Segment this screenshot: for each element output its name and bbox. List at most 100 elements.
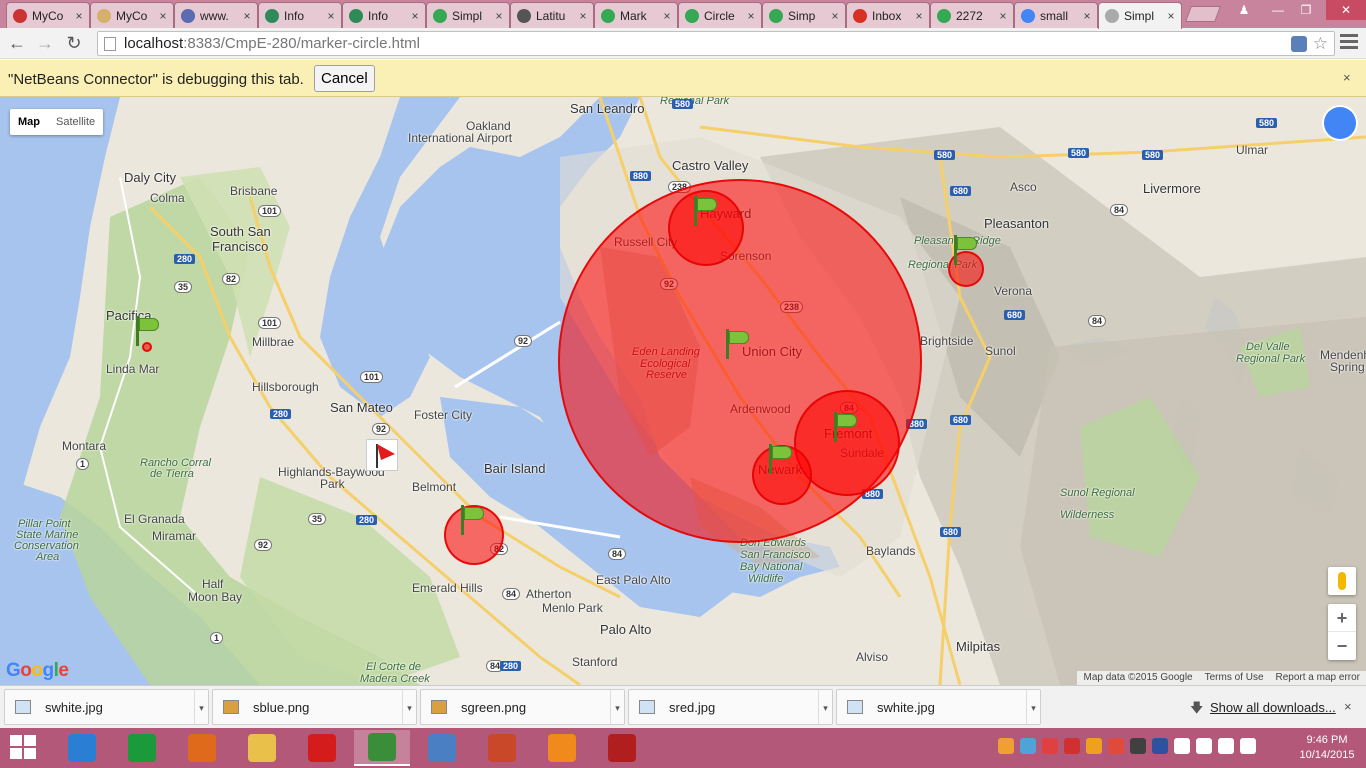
chrome-menu-button[interactable] <box>1340 34 1358 52</box>
google-map[interactable]: San Leandro Oakland International Airport C… <box>0 97 1366 685</box>
browser-tab[interactable]: Simp × <box>762 2 846 28</box>
tab-close-icon[interactable]: × <box>744 9 758 23</box>
browser-tab[interactable]: MyCo × <box>6 2 90 28</box>
tab-close-icon[interactable]: × <box>1080 9 1094 23</box>
tab-close-icon[interactable]: × <box>576 9 590 23</box>
tab-close-icon[interactable]: × <box>1164 9 1178 23</box>
browser-tab[interactable]: Info × <box>258 2 342 28</box>
tab-label: small <box>1040 8 1069 23</box>
browser-tab[interactable]: Info × <box>342 2 426 28</box>
map-type-map-button[interactable]: Map <box>10 109 48 135</box>
minimize-button[interactable]: — <box>1264 0 1292 20</box>
tray-icon[interactable] <box>1064 738 1080 754</box>
download-item[interactable]: swhite.jpg ▾ <box>836 689 1041 725</box>
back-button[interactable]: ← <box>6 32 28 54</box>
forward-button[interactable]: → <box>34 32 56 54</box>
tray-icon[interactable] <box>1020 738 1036 754</box>
download-item[interactable]: sblue.png ▾ <box>212 689 417 725</box>
tray-icon[interactable] <box>1042 738 1058 754</box>
new-tab-button[interactable] <box>1185 6 1221 22</box>
zoom-out-button[interactable]: − <box>1328 632 1356 660</box>
map-place-label: Sunol Regional <box>1060 487 1135 499</box>
taskbar-app[interactable] <box>114 730 170 766</box>
tab-close-icon[interactable]: × <box>408 9 422 23</box>
profile-icon[interactable]: ♟ <box>1230 0 1258 20</box>
taskbar-app[interactable] <box>594 730 650 766</box>
download-menu-arrow-icon[interactable]: ▾ <box>610 690 624 724</box>
show-all-downloads-link[interactable]: Show all downloads... <box>1210 700 1336 715</box>
flag-marker-icon[interactable] <box>723 329 749 359</box>
windows-start-button[interactable] <box>10 735 38 761</box>
bookmark-star-icon[interactable]: ☆ <box>1313 34 1328 54</box>
taskbar-app[interactable] <box>174 730 230 766</box>
browser-tab[interactable]: Latitu × <box>510 2 594 28</box>
flag-marker-icon[interactable] <box>691 196 717 226</box>
browser-tab[interactable]: 2272 × <box>930 2 1014 28</box>
taskbar-app[interactable] <box>414 730 470 766</box>
tray-icon[interactable] <box>1086 738 1102 754</box>
taskbar-app[interactable] <box>54 730 110 766</box>
tray-icon[interactable] <box>1152 738 1168 754</box>
tray-icon[interactable] <box>1240 738 1256 754</box>
browser-tab[interactable]: Inbox × <box>846 2 930 28</box>
download-menu-arrow-icon[interactable]: ▾ <box>194 690 208 724</box>
tab-close-icon[interactable]: × <box>324 9 338 23</box>
red-flag-marker-icon[interactable] <box>366 439 398 471</box>
tab-close-icon[interactable]: × <box>660 9 674 23</box>
download-item[interactable]: swhite.jpg ▾ <box>4 689 209 725</box>
flag-marker-icon[interactable] <box>951 235 977 265</box>
flag-marker-icon[interactable] <box>766 444 792 474</box>
zoom-in-button[interactable]: + <box>1328 604 1356 632</box>
browser-tab[interactable]: MyCo × <box>90 2 174 28</box>
tab-close-icon[interactable]: × <box>156 9 170 23</box>
download-item[interactable]: sred.jpg ▾ <box>628 689 833 725</box>
tray-icon[interactable] <box>1196 738 1212 754</box>
tab-close-icon[interactable]: × <box>492 9 506 23</box>
street-view-pegman-icon[interactable] <box>1328 567 1356 595</box>
tray-icon[interactable] <box>1130 738 1146 754</box>
tray-icon[interactable] <box>1218 738 1234 754</box>
browser-tab[interactable]: Circle × <box>678 2 762 28</box>
tab-label: Simpl <box>452 8 483 23</box>
taskbar-app[interactable] <box>234 730 290 766</box>
taskbar-app[interactable] <box>534 730 590 766</box>
download-menu-arrow-icon[interactable]: ▾ <box>402 690 416 724</box>
tab-close-icon[interactable]: × <box>828 9 842 23</box>
tray-icon[interactable] <box>998 738 1014 754</box>
tray-icon[interactable] <box>1108 738 1124 754</box>
map-type-satellite-button[interactable]: Satellite <box>48 109 103 135</box>
window-close-button[interactable]: ✕ <box>1326 0 1366 20</box>
infobar-close-icon[interactable]: × <box>1343 70 1351 85</box>
flag-marker-icon[interactable] <box>133 316 159 346</box>
highway-shield: 1 <box>210 632 224 644</box>
download-menu-arrow-icon[interactable]: ▾ <box>1026 690 1040 724</box>
browser-tab[interactable]: www. × <box>174 2 258 28</box>
flag-marker-icon[interactable] <box>458 505 484 535</box>
download-menu-arrow-icon[interactable]: ▾ <box>818 690 832 724</box>
maximize-button[interactable]: ❐ <box>1292 0 1320 20</box>
browser-tab[interactable]: small × <box>1014 2 1098 28</box>
shelf-close-icon[interactable]: × <box>1344 699 1352 714</box>
download-item[interactable]: sgreen.png ▾ <box>420 689 625 725</box>
tray-icon[interactable] <box>1174 738 1190 754</box>
tab-close-icon[interactable]: × <box>912 9 926 23</box>
cancel-debug-button[interactable]: Cancel <box>314 65 375 92</box>
tab-close-icon[interactable]: × <box>72 9 86 23</box>
address-bar[interactable]: localhost:8383/CmpE-280/marker-circle.ht… <box>97 31 1335 56</box>
report-map-error-link[interactable]: Report a map error <box>1270 671 1366 685</box>
extension-icon[interactable] <box>1290 35 1307 52</box>
taskbar-app[interactable] <box>474 730 530 766</box>
account-avatar-icon[interactable] <box>1322 105 1358 141</box>
taskbar-app[interactable] <box>294 730 350 766</box>
flag-marker-icon[interactable] <box>831 412 857 442</box>
taskbar-clock[interactable]: 9:46 PM 10/14/2015 <box>1296 733 1358 763</box>
tab-close-icon[interactable]: × <box>240 9 254 23</box>
reload-button[interactable]: ↻ <box>63 32 85 54</box>
terms-of-use-link[interactable]: Terms of Use <box>1199 671 1270 685</box>
browser-tab[interactable]: Simpl × <box>1098 2 1182 29</box>
browser-tab[interactable]: Mark × <box>594 2 678 28</box>
browser-tab[interactable]: Simpl × <box>426 2 510 28</box>
highway-shield: 680 <box>950 415 972 425</box>
taskbar-app[interactable] <box>354 730 410 766</box>
tab-close-icon[interactable]: × <box>996 9 1010 23</box>
